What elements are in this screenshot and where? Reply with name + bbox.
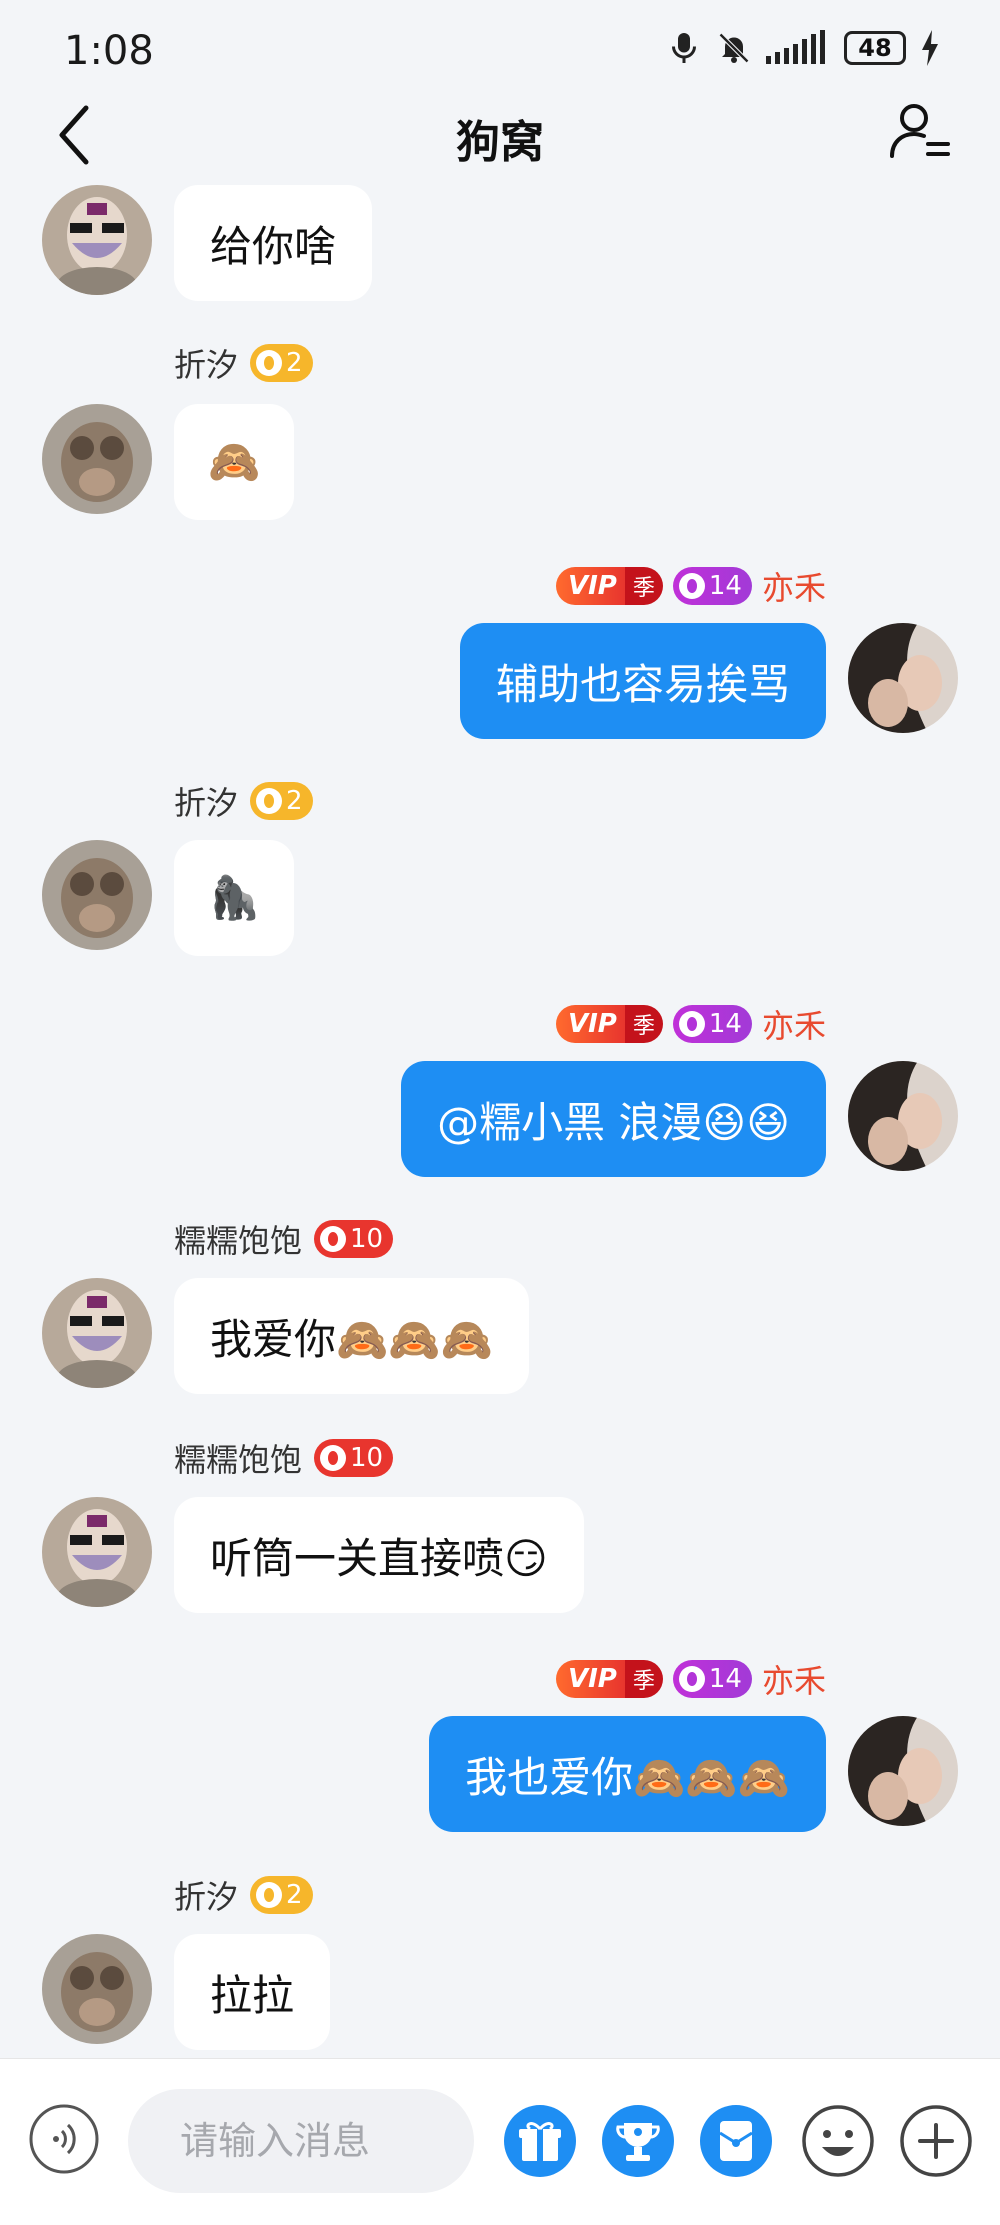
sender-name: 折汐 <box>174 346 239 384</box>
message-bubble[interactable]: 我爱你🙈🙈🙈 <box>174 1278 529 1394</box>
sender-name: 糯糯饱饱 <box>174 1222 303 1260</box>
microphone-icon <box>672 33 696 63</box>
level-icon <box>320 1445 347 1471</box>
page-title: 狗窝 <box>456 117 544 168</box>
message-bubble[interactable]: 给你啥 <box>174 185 373 301</box>
avatar[interactable] <box>42 1934 152 2044</box>
level-badge: 10 <box>314 1439 394 1477</box>
level-badge: 14 <box>672 1005 752 1043</box>
chat-header: 狗窝 <box>0 100 1000 186</box>
sender-info: VIP 季 14 亦禾 <box>556 563 826 609</box>
message-bubble[interactable]: 拉拉 <box>174 1934 331 2050</box>
battery-indicator: 48 <box>844 31 906 65</box>
sender-name: 折汐 <box>174 1878 239 1916</box>
status-bar: 1:08 48 <box>0 0 1000 100</box>
sender-name: 亦禾 <box>761 1007 826 1045</box>
vip-badge: VIP 季 <box>556 1660 663 1698</box>
sender-info: 糯糯饱饱 10 <box>174 1216 394 1262</box>
message-bubble[interactable]: 听筒一关直接喷😏 <box>174 1497 584 1613</box>
level-badge: 2 <box>250 782 313 820</box>
level-icon <box>256 350 283 376</box>
sender-name: 亦禾 <box>761 569 826 607</box>
avatar[interactable] <box>42 1278 152 1388</box>
status-time: 1:08 <box>64 28 154 74</box>
plus-icon[interactable] <box>898 2103 974 2179</box>
level-badge: 14 <box>672 1660 752 1698</box>
avatar[interactable] <box>42 404 152 514</box>
avatar[interactable] <box>42 840 152 950</box>
sender-info: 糯糯饱饱 10 <box>174 1435 394 1481</box>
message-bubble[interactable]: 🦍 <box>174 840 295 956</box>
voice-icon[interactable] <box>28 2103 100 2175</box>
sender-info: 折汐 2 <box>174 1872 313 1918</box>
vip-badge: VIP 季 <box>556 567 663 605</box>
sender-info: 折汐 2 <box>174 778 313 824</box>
level-icon <box>678 573 705 599</box>
sender-info: 折汐 2 <box>174 340 313 386</box>
group-members-icon[interactable] <box>888 98 952 162</box>
level-badge: 2 <box>250 1876 313 1914</box>
sender-name: 折汐 <box>174 784 239 822</box>
message-bubble[interactable]: 辅助也容易挨骂 <box>459 623 826 739</box>
level-badge: 14 <box>672 567 752 605</box>
avatar[interactable] <box>42 1497 152 1607</box>
status-icons: 48 <box>666 30 940 66</box>
message-bubble[interactable]: 我也爱你🙈🙈🙈 <box>429 1716 826 1832</box>
message-input[interactable] <box>128 2089 474 2193</box>
avatar[interactable] <box>848 623 958 733</box>
gift-icon[interactable] <box>502 2103 578 2179</box>
input-bar <box>0 2058 1000 2225</box>
sender-name: 亦禾 <box>761 1662 826 1700</box>
message-bubble[interactable]: 🙈 <box>174 404 295 520</box>
emoji-text: 🦍 <box>208 873 261 922</box>
avatar[interactable] <box>848 1716 958 1826</box>
level-badge: 10 <box>314 1220 394 1258</box>
sender-info: VIP 季 14 亦禾 <box>556 1656 826 1702</box>
mute-bell-icon <box>718 32 750 64</box>
avatar[interactable] <box>42 185 152 295</box>
avatar[interactable] <box>848 1061 958 1171</box>
level-badge: 2 <box>250 344 313 382</box>
level-icon <box>256 1882 283 1908</box>
sender-name: 糯糯饱饱 <box>174 1441 303 1479</box>
level-icon <box>320 1226 347 1252</box>
emoji-text: 🙈 <box>208 437 261 486</box>
level-icon <box>678 1011 705 1037</box>
emoji-icon[interactable] <box>800 2103 876 2179</box>
sender-info: VIP 季 14 亦禾 <box>556 1001 826 1047</box>
signal-icon <box>766 30 825 64</box>
vip-badge: VIP 季 <box>556 1005 663 1043</box>
level-icon <box>678 1666 705 1692</box>
trophy-icon[interactable] <box>600 2103 676 2179</box>
message-bubble[interactable]: @糯小黑 浪漫😆😆 <box>401 1061 826 1177</box>
charging-icon <box>922 30 938 66</box>
red-packet-icon[interactable] <box>698 2103 774 2179</box>
level-icon <box>256 788 283 814</box>
